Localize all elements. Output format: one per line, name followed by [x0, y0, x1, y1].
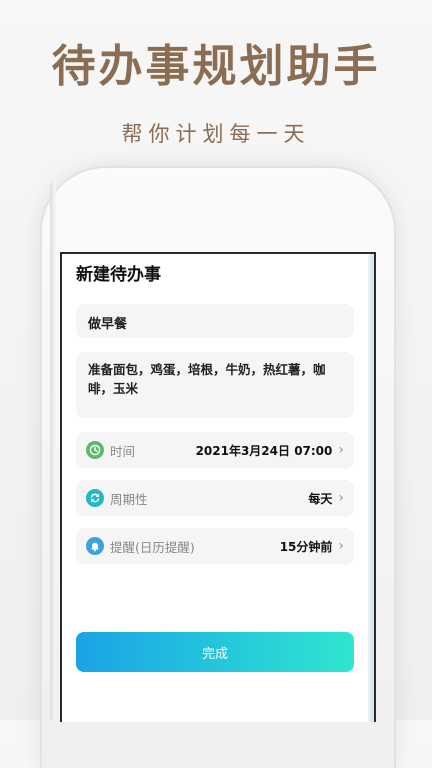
- screen-edge-shade: [368, 254, 374, 722]
- chevron-right-icon: ›: [338, 490, 344, 506]
- promo-subtitle: 帮你计划每一天: [121, 122, 311, 146]
- chevron-right-icon: ›: [338, 538, 344, 554]
- phone-screen: 新建待办事 做早餐 准备面包，鸡蛋，培根，牛奶，热红薯，咖啡，玉米 时间 202…: [60, 252, 376, 722]
- chevron-right-icon: ›: [338, 442, 344, 458]
- repeat-icon: [86, 489, 104, 507]
- repeat-value: 每天: [308, 491, 333, 506]
- repeat-label: 周期性: [110, 491, 148, 507]
- clock-icon: [86, 441, 104, 459]
- phone-edge: [50, 180, 56, 720]
- time-value: 2021年3月24日 07:00: [195, 443, 333, 458]
- reminder-label: 提醒(日历提醒): [110, 539, 195, 555]
- reminder-row[interactable]: 提醒(日历提醒) 15分钟前 ›: [76, 528, 354, 564]
- todo-title-input[interactable]: 做早餐: [76, 304, 354, 338]
- todo-notes-input[interactable]: 准备面包，鸡蛋，培根，牛奶，热红薯，咖啡，玉米: [76, 352, 354, 418]
- page-title: 新建待办事: [76, 265, 161, 285]
- repeat-row[interactable]: 周期性 每天 ›: [76, 480, 354, 516]
- time-label: 时间: [110, 443, 136, 459]
- promo-title: 待办事规划助手: [51, 41, 381, 92]
- done-button[interactable]: 完成: [76, 632, 354, 672]
- bell-icon: [86, 537, 104, 555]
- reminder-value: 15分钟前: [279, 539, 333, 554]
- time-row[interactable]: 时间 2021年3月24日 07:00 ›: [76, 432, 354, 468]
